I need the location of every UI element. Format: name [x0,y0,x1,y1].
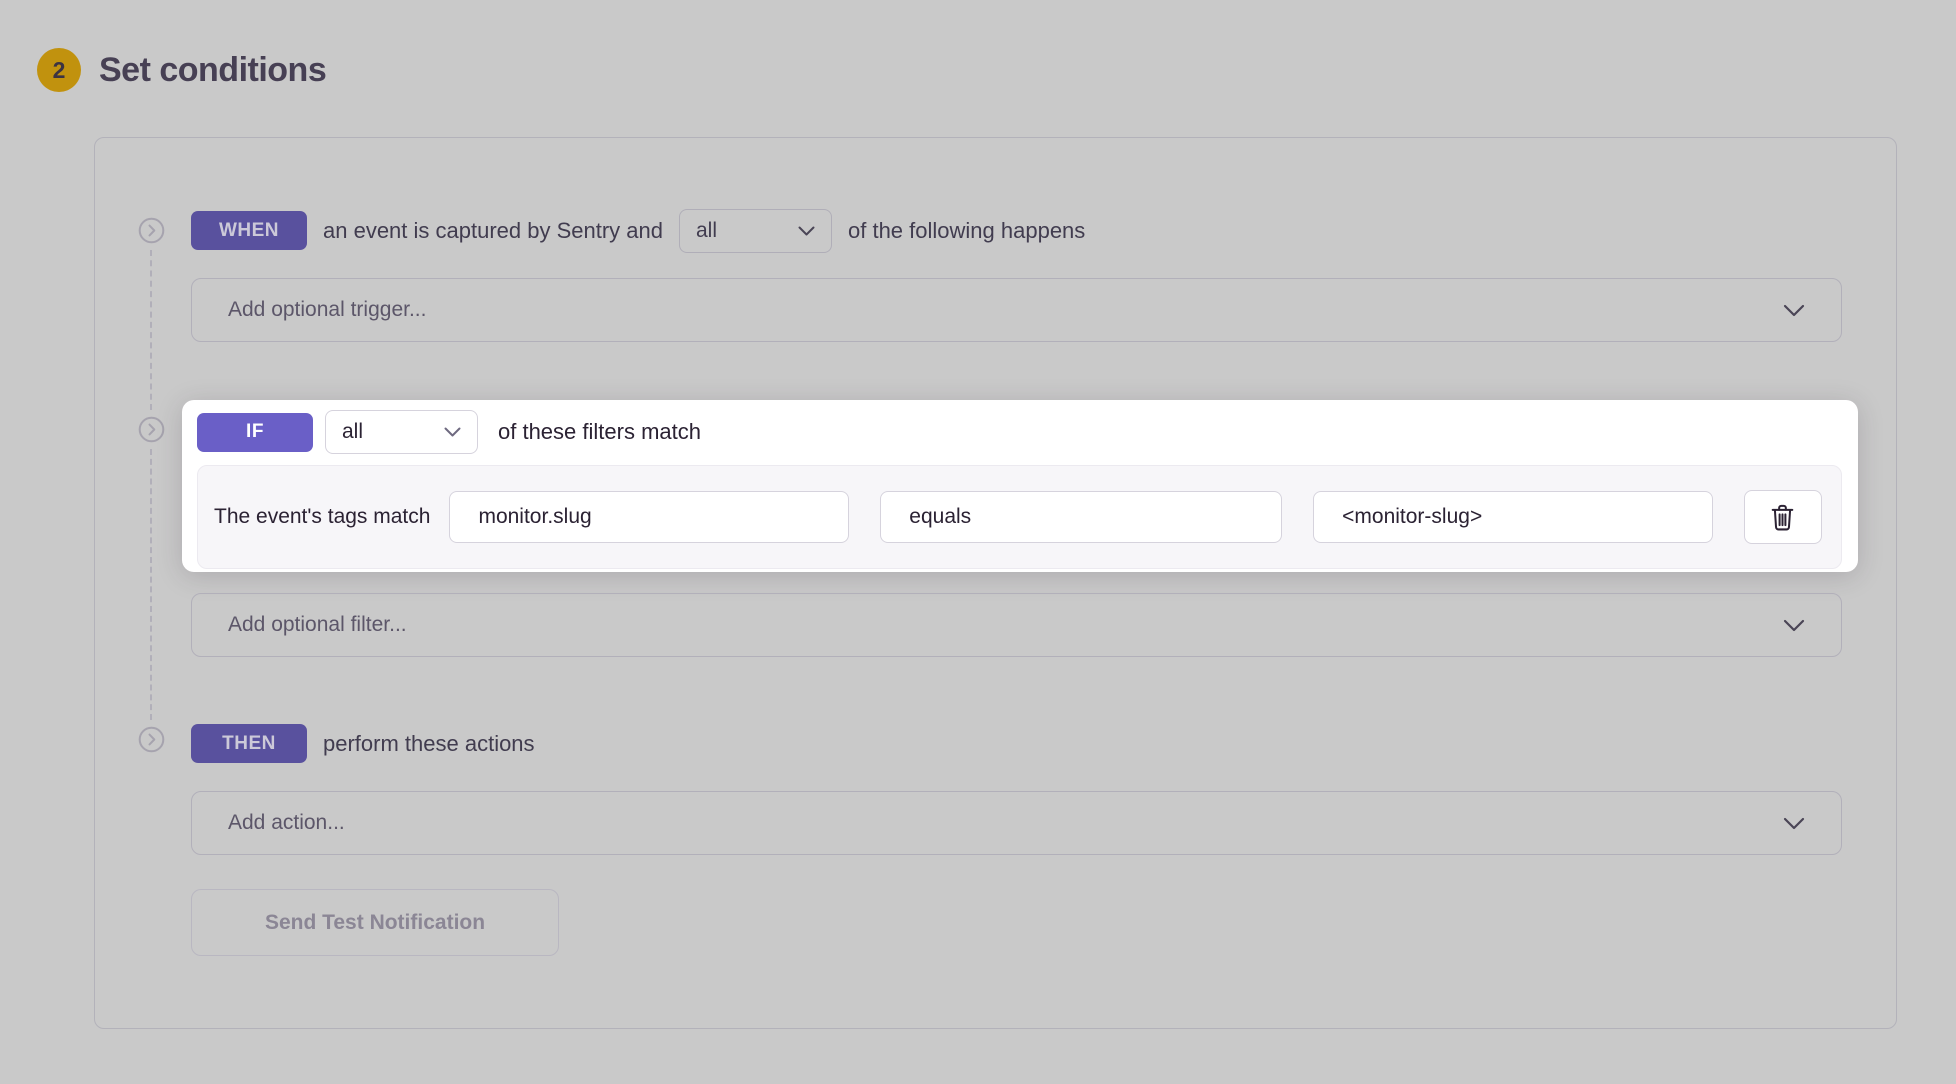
filter-value-input[interactable] [1313,491,1713,543]
filter-key-input[interactable] [449,491,849,543]
when-badge: WHEN [191,211,307,250]
filter-match-select-value: equals [909,505,971,529]
conditions-panel: WHEN an event is captured by Sentry and … [94,137,1897,1029]
if-condition-card: IF all of these filters match The event'… [182,400,1858,572]
chevron-down-icon [1783,304,1805,317]
then-text-after: perform these actions [323,731,535,757]
section-header: 2 Set conditions [37,48,326,92]
trash-icon [1769,503,1796,532]
connector-line [150,250,152,410]
chevron-down-icon [444,427,461,437]
then-condition-row: THEN perform these actions [191,721,1842,766]
chevron-down-icon [1783,817,1805,830]
chevron-down-icon [1240,512,1259,523]
filter-condition-row: The event's tags match equals [197,465,1842,569]
when-text-before: an event is captured by Sentry and [323,218,663,244]
when-match-select-value: all [696,219,717,243]
then-badge: THEN [191,724,307,763]
add-filter-placeholder: Add optional filter... [228,613,407,637]
if-match-select-value: all [342,420,363,444]
if-badge: IF [197,413,313,452]
add-trigger-placeholder: Add optional trigger... [228,298,426,322]
chevron-down-icon [798,226,815,236]
filter-label: The event's tags match [214,505,430,529]
when-match-select[interactable]: all [679,209,832,253]
if-match-select[interactable]: all [325,410,478,454]
chevron-right-circle-icon [138,217,165,244]
if-condition-row: IF all of these filters match [197,410,1842,454]
chevron-right-circle-icon [138,726,165,753]
when-text-after: of the following happens [848,218,1085,244]
connector-line [150,449,152,720]
chevron-down-icon [1783,619,1805,632]
delete-filter-button[interactable] [1744,490,1822,544]
step-number-badge: 2 [37,48,81,92]
add-action-placeholder: Add action... [228,811,345,835]
page-title: Set conditions [99,51,326,90]
when-condition-row: WHEN an event is captured by Sentry and … [191,208,1842,253]
if-text-after: of these filters match [498,419,701,445]
send-test-notification-button[interactable]: Send Test Notification [191,889,559,956]
add-trigger-select[interactable]: Add optional trigger... [191,278,1842,342]
filter-match-select[interactable]: equals [880,491,1282,543]
add-action-select[interactable]: Add action... [191,791,1842,855]
add-filter-select[interactable]: Add optional filter... [191,593,1842,657]
chevron-right-circle-icon [138,416,165,443]
